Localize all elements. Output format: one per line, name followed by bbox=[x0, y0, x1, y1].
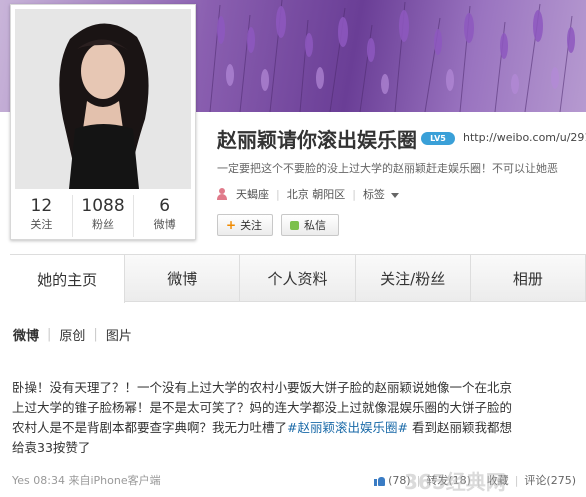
feed-filter-tabs: 微博 | 原创 | 图片 bbox=[13, 325, 132, 344]
tags-label: 标签 bbox=[362, 188, 385, 201]
zodiac-label: 天蝎座 bbox=[236, 188, 269, 201]
follow-button[interactable]: + 关注 bbox=[217, 214, 273, 236]
action-divider: | bbox=[514, 473, 519, 487]
posts-count-stat[interactable]: 6 微博 bbox=[134, 195, 195, 237]
profile-tab-bar: 她的主页 微博 个人资料 关注/粉丝 相册 bbox=[10, 254, 586, 303]
profile-url-link[interactable]: http://weibo.com/u/2913 bbox=[463, 131, 586, 144]
profile-meta-row: 天蝎座 | 北京 朝阳区 | 标签 bbox=[217, 186, 399, 202]
post-footer: Yes 08:34 来自iPhone客户端 (78) | 转发(18) | 收藏… bbox=[12, 472, 586, 488]
filter-original[interactable]: 原创 bbox=[59, 325, 85, 344]
profile-avatar-card: 12 关注 1088 粉丝 6 微博 bbox=[10, 4, 196, 240]
meta-divider: | bbox=[352, 187, 356, 201]
level-badge[interactable]: LV5 bbox=[421, 132, 455, 145]
post-source-link[interactable]: iPhone客户端 bbox=[90, 474, 160, 487]
posts-label: 微博 bbox=[153, 218, 176, 231]
thumbs-up-icon[interactable] bbox=[374, 475, 386, 486]
post-meta: Yes 08:34 来自iPhone客户端 bbox=[12, 472, 161, 488]
post-text-line: 卧操！没有天理了？！一个没有上过大学的农村小要饭大饼子脸的赵丽颖说她像一个在北京 bbox=[12, 380, 513, 395]
avatar[interactable] bbox=[15, 9, 191, 189]
source-prefix: 来自 bbox=[68, 474, 91, 487]
tab-following-followers[interactable]: 关注/粉丝 bbox=[355, 255, 471, 301]
followers-count-stat[interactable]: 1088 粉丝 bbox=[73, 195, 135, 237]
follow-button-label: 关注 bbox=[240, 219, 263, 232]
plus-icon: + bbox=[226, 218, 237, 232]
message-button-label: 私信 bbox=[304, 219, 326, 232]
filter-divider: | bbox=[93, 327, 98, 342]
action-divider: | bbox=[476, 473, 481, 487]
posts-count: 6 bbox=[159, 196, 171, 216]
location-label: 北京 朝阳区 bbox=[286, 188, 346, 201]
action-divider: | bbox=[416, 473, 421, 487]
profile-name: 赵丽颖请你滚出娱乐圈 bbox=[217, 128, 417, 152]
tab-photos[interactable]: 相册 bbox=[470, 255, 586, 301]
post-time[interactable]: Yes 08:34 bbox=[12, 474, 65, 487]
hashtag-link[interactable]: #赵丽颖滚出娱乐圈# bbox=[287, 420, 408, 435]
profile-bio: 一定要把这个不要脸的没上过大学的赵丽颖赶走娱乐圈！不可以让她恶 bbox=[217, 162, 558, 175]
post-text-segment: 农村人是不是背剧本都要查字典啊？我无力吐槽了 bbox=[12, 420, 288, 435]
post-text-line: 农村人是不是背剧本都要查字典啊？我无力吐槽了#赵丽颖滚出娱乐圈# 看到赵丽颖我都… bbox=[12, 418, 578, 438]
avatar-photo bbox=[15, 9, 191, 189]
filter-divider: | bbox=[47, 327, 52, 342]
post-text: 卧操！没有天理了？！一个没有上过大学的农村小要饭大饼子脸的赵丽颖说她像一个在北京… bbox=[12, 378, 578, 458]
post-text-line: 上过大学的锥子脸杨幂！是不是太可笑了？妈的连大学都没上过就像混娱乐圈的大饼子脸的 bbox=[12, 400, 513, 415]
tab-weibo[interactable]: 微博 bbox=[125, 255, 241, 301]
post-text-line: 给袁33按赞了 bbox=[12, 440, 91, 455]
chevron-down-icon bbox=[390, 192, 399, 198]
following-count-stat[interactable]: 12 关注 bbox=[11, 195, 73, 237]
person-gender-icon bbox=[217, 188, 227, 200]
post-actions: (78) | 转发(18) | 收藏 | 评论(275) bbox=[374, 472, 576, 488]
filter-photos[interactable]: 图片 bbox=[106, 325, 132, 344]
like-count[interactable]: (78) bbox=[388, 474, 411, 487]
favorite-link[interactable]: 收藏 bbox=[487, 472, 509, 488]
followers-label: 粉丝 bbox=[92, 218, 114, 231]
message-button[interactable]: 私信 bbox=[281, 214, 339, 236]
profile-stats: 12 关注 1088 粉丝 6 微博 bbox=[11, 195, 195, 237]
meta-divider: | bbox=[276, 187, 280, 201]
post-text-segment: 看到赵丽颖我都想 bbox=[407, 420, 512, 435]
message-icon bbox=[290, 220, 299, 230]
following-label: 关注 bbox=[30, 218, 53, 231]
filter-weibo[interactable]: 微博 bbox=[13, 325, 39, 344]
tab-her-homepage[interactable]: 她的主页 bbox=[10, 255, 126, 303]
tags-dropdown[interactable]: 标签 bbox=[363, 186, 399, 202]
comment-link[interactable]: 评论(275) bbox=[524, 472, 576, 488]
tab-profile-info[interactable]: 个人资料 bbox=[240, 255, 356, 301]
followers-count: 1088 bbox=[81, 196, 125, 216]
following-count: 12 bbox=[30, 196, 53, 216]
repost-link[interactable]: 转发(18) bbox=[426, 472, 471, 488]
